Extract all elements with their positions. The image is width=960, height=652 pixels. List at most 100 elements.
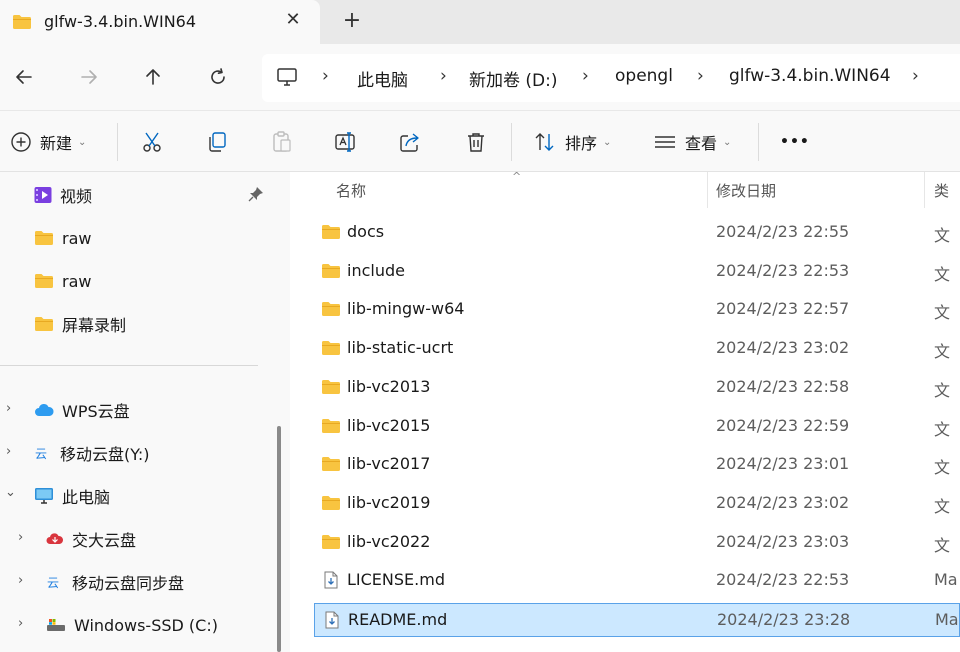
computer-icon — [35, 488, 53, 504]
sidebar-item-label: 交大云盘 — [72, 531, 137, 550]
breadcrumb-glfw[interactable]: glfw-3.4.bin.WIN64 — [729, 66, 891, 86]
paste-button[interactable] — [270, 125, 294, 159]
back-button[interactable] — [9, 62, 39, 92]
file-list: ^ 名称 修改日期 类 docs 2024/2/23 22:55 文 include 2… — [290, 170, 960, 652]
more-options-button[interactable]: ••• — [780, 125, 810, 159]
cut-icon — [143, 132, 161, 152]
column-header-date[interactable]: 修改日期 — [716, 180, 776, 201]
file-name: lib-vc2015 — [347, 415, 431, 435]
file-row[interactable]: lib-mingw-w64 2024/2/23 22:57 文 — [314, 293, 960, 327]
share-button[interactable] — [398, 125, 422, 159]
view-icon — [655, 136, 675, 148]
sidebar-item-drive-c[interactable]: Windows-SSD (C:) — [46, 608, 316, 642]
file-row[interactable]: lib-vc2019 2024/2/23 23:02 文 — [314, 487, 960, 521]
sidebar-item-this-pc[interactable]: 此电脑 — [34, 479, 304, 513]
folder-icon — [321, 534, 341, 554]
file-row[interactable]: lib-vc2013 2024/2/23 22:58 文 — [314, 371, 960, 405]
chevron-right-icon[interactable]: › — [6, 401, 11, 416]
close-tab-icon[interactable]: ✕ — [282, 9, 304, 31]
cut-button[interactable] — [140, 125, 164, 159]
column-header-type[interactable]: 类 — [934, 180, 949, 201]
chevron-down-icon[interactable]: ⌄ — [5, 485, 16, 500]
sidebar-scrollbar[interactable] — [277, 426, 281, 652]
sort-label: 排序 — [565, 134, 598, 153]
file-row[interactable]: lib-static-ucrt 2024/2/23 23:02 文 — [314, 332, 960, 366]
file-row[interactable]: lib-vc2017 2024/2/23 23:01 文 — [314, 448, 960, 482]
breadcrumb-this-pc[interactable]: 此电脑 — [357, 66, 408, 91]
file-type: Ma — [935, 610, 959, 629]
folder-icon — [321, 340, 341, 360]
file-type: 文 — [934, 380, 951, 400]
cloud-icon — [35, 403, 54, 416]
new-button-label: 新建 — [40, 134, 73, 153]
chevron-right-icon[interactable]: › — [18, 530, 23, 545]
forward-button[interactable] — [74, 62, 104, 92]
folder-icon — [321, 301, 341, 321]
tab-title: glfw-3.4.bin.WIN64 — [44, 12, 197, 31]
drive-icon — [47, 619, 65, 631]
folder-icon — [35, 317, 53, 331]
sidebar-item-label: 移动云盘同步盘 — [72, 574, 185, 593]
file-name: docs — [347, 222, 385, 241]
breadcrumb-separator: › — [582, 66, 589, 86]
delete-button[interactable] — [464, 125, 488, 159]
file-name: lib-vc2017 — [347, 454, 431, 474]
sidebar-item-mobile-cloud-sync[interactable]: 云 移动云盘同步盘 — [46, 565, 316, 599]
sidebar-item-sjtu-cloud[interactable]: 交大云盘 — [46, 522, 316, 556]
folder-icon — [321, 379, 341, 399]
file-type: 文 — [934, 535, 951, 555]
arrow-right-icon — [81, 70, 97, 84]
address-row: › 此电脑 › 新加卷 (D:) › opengl › glfw-3.4.bin… — [0, 44, 960, 110]
file-row[interactable]: LICENSE.md 2024/2/23 22:53 Ma — [314, 564, 960, 598]
folder-icon — [321, 418, 341, 438]
file-row[interactable]: README.md 2024/2/23 23:28 Ma — [314, 603, 960, 637]
file-modified-date: 2024/2/23 22:58 — [716, 376, 850, 396]
breadcrumb-drive-d[interactable]: 新加卷 (D:) — [469, 66, 558, 91]
breadcrumb-separator: › — [697, 66, 704, 86]
sidebar-item-raw[interactable]: raw — [34, 221, 304, 255]
tab-active[interactable]: glfw-3.4.bin.WIN64 ✕ — [0, 0, 320, 44]
chevron-right-icon[interactable]: › — [18, 573, 23, 588]
command-bar: 新建 ⌄ 排序 ⌄ 查看 ⌄ ••• — [0, 110, 960, 172]
file-row[interactable]: lib-vc2015 2024/2/23 22:59 文 — [314, 410, 960, 444]
refresh-button[interactable] — [203, 62, 233, 92]
file-name: lib-vc2022 — [347, 531, 431, 551]
mobile-cloud-icon: 云 — [35, 447, 47, 461]
chevron-right-icon[interactable]: › — [18, 616, 23, 631]
sort-ascending-icon: ^ — [512, 170, 522, 183]
rename-button[interactable] — [334, 125, 358, 159]
sidebar-item-mobile-cloud-y[interactable]: 云 移动云盘(Y:) — [34, 436, 304, 470]
sort-icon — [535, 133, 554, 151]
sort-button[interactable]: 排序 ⌄ — [533, 125, 611, 159]
breadcrumb-opengl[interactable]: opengl — [615, 66, 673, 86]
folder-icon — [12, 14, 32, 34]
toolbar-divider — [758, 123, 759, 161]
file-modified-date: 2024/2/23 23:28 — [717, 610, 851, 629]
column-header-name[interactable]: 名称 — [336, 180, 366, 201]
sidebar-item-raw[interactable]: raw — [34, 264, 304, 298]
file-modified-date: 2024/2/23 22:53 — [716, 570, 850, 590]
sidebar-item-screen-recordings[interactable]: 屏幕录制 — [34, 307, 304, 341]
address-bar[interactable]: › 此电脑 › 新加卷 (D:) › opengl › glfw-3.4.bin… — [262, 54, 960, 102]
file-row[interactable]: include 2024/2/23 22:53 文 — [314, 255, 960, 289]
new-button[interactable]: 新建 ⌄ — [10, 125, 86, 159]
file-type: 文 — [934, 496, 951, 516]
file-row[interactable]: lib-vc2022 2024/2/23 23:03 文 — [314, 526, 960, 560]
file-row[interactable]: docs 2024/2/23 22:55 文 — [314, 216, 960, 250]
file-modified-date: 2024/2/23 23:02 — [716, 338, 850, 358]
file-modified-date: 2024/2/23 22:55 — [716, 222, 850, 241]
copy-button[interactable] — [205, 125, 229, 159]
view-button[interactable]: 查看 ⌄ — [653, 125, 731, 159]
breadcrumb-separator[interactable]: › — [912, 66, 919, 86]
file-modified-date: 2024/2/23 23:01 — [716, 454, 850, 474]
folder-icon — [321, 224, 341, 244]
sidebar-item-wps-cloud[interactable]: WPS云盘 — [34, 393, 304, 427]
arrow-left-icon — [16, 70, 32, 84]
copy-icon — [209, 132, 226, 152]
sidebar-item-label: 移动云盘(Y:) — [60, 445, 150, 464]
up-button[interactable] — [138, 62, 168, 92]
pin-icon[interactable] — [248, 186, 264, 206]
new-tab-button[interactable]: + — [338, 8, 366, 36]
chevron-right-icon[interactable]: › — [6, 444, 11, 459]
file-modified-date: 2024/2/23 22:57 — [716, 299, 850, 319]
